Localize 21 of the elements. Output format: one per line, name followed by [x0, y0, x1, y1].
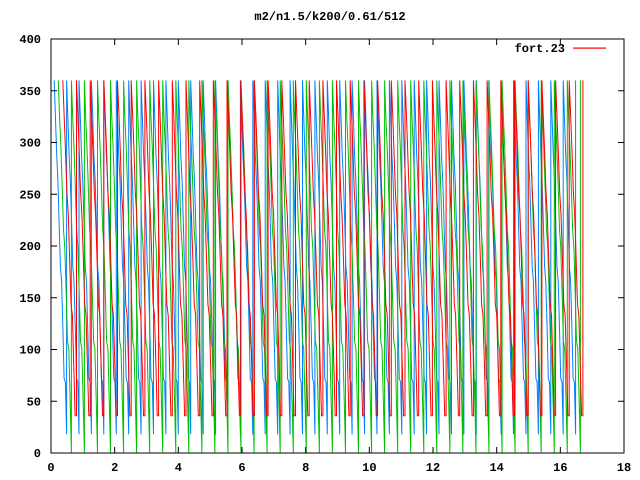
y-tick-label: 250: [19, 188, 41, 202]
legend-label: fort.23: [514, 42, 565, 56]
chart-title: m2/n1.5/k200/0.61/512: [253, 9, 406, 26]
x-tick-label: 0: [47, 461, 55, 475]
x-tick-label: 10: [362, 461, 377, 475]
x-tick-label: 16: [553, 461, 568, 475]
y-tick-label: 0: [34, 447, 41, 461]
x-tick-label: 8: [302, 461, 310, 475]
y-tick-label: 100: [19, 344, 41, 358]
x-tick-label: 14: [489, 461, 504, 475]
y-tick-label: 200: [19, 240, 41, 254]
x-tick-label: 2: [111, 461, 118, 475]
x-tick-label: 12: [426, 461, 440, 475]
y-tick-label: 350: [19, 84, 41, 99]
y-tick-label: 300: [19, 136, 41, 150]
y-tick-label: 50: [26, 395, 41, 410]
y-tick-label: 400: [19, 33, 41, 47]
x-tick-label: 6: [238, 461, 246, 475]
y-tick-label: 150: [19, 292, 41, 306]
x-tick-label: 18: [616, 461, 632, 475]
x-tick-label: 4: [174, 461, 182, 475]
